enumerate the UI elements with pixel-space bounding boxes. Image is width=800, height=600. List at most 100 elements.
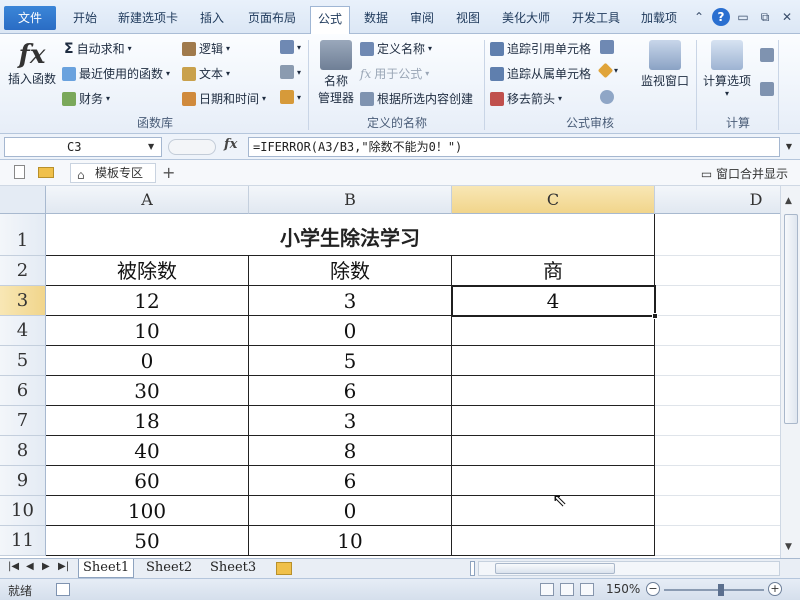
- table-cell[interactable]: 6: [249, 376, 452, 406]
- table-cell[interactable]: 8: [249, 436, 452, 466]
- tab-new[interactable]: 新建选项卡: [110, 6, 186, 30]
- row-header-6[interactable]: 6: [0, 376, 46, 406]
- tab-home[interactable]: 开始: [62, 6, 108, 30]
- select-all-corner[interactable]: [0, 186, 46, 214]
- zoom-slider[interactable]: [664, 584, 764, 596]
- last-sheet-icon[interactable]: ▶|: [58, 561, 69, 572]
- financial-button[interactable]: 财务 ▾: [62, 90, 110, 107]
- folder-icon[interactable]: [38, 167, 54, 178]
- row-header-4[interactable]: 4: [0, 316, 46, 346]
- table-cell[interactable]: [655, 526, 780, 556]
- table-cell[interactable]: [655, 436, 780, 466]
- cell-d1[interactable]: [655, 214, 780, 256]
- insert-function-button[interactable]: fx 插入函数: [6, 40, 58, 87]
- zoom-out-icon[interactable]: −: [646, 582, 660, 596]
- table-cell[interactable]: [655, 466, 780, 496]
- column-header-b[interactable]: B: [249, 186, 452, 214]
- tab-developer[interactable]: 开发工具: [564, 6, 628, 30]
- tab-view[interactable]: 视图: [448, 6, 488, 30]
- text-button[interactable]: 文本 ▾: [182, 65, 230, 82]
- table-cell[interactable]: [452, 346, 655, 376]
- macro-record-icon[interactable]: [56, 583, 70, 596]
- sheet-tab-2[interactable]: Sheet2: [142, 559, 196, 578]
- row-header-1[interactable]: 1: [0, 214, 46, 256]
- tab-review[interactable]: 审阅: [402, 6, 442, 30]
- calc-now-button[interactable]: [760, 48, 774, 62]
- table-cell[interactable]: 10: [46, 316, 249, 346]
- column-header-c[interactable]: C: [452, 186, 655, 214]
- formula-input[interactable]: =IFERROR(A3/B3,"除数不能为0！"): [248, 137, 780, 157]
- column-header-a[interactable]: A: [46, 186, 249, 214]
- tab-page-layout[interactable]: 页面布局: [238, 6, 306, 30]
- table-cell[interactable]: 50: [46, 526, 249, 556]
- column-header-d[interactable]: D: [655, 186, 780, 214]
- normal-view-icon[interactable]: [540, 583, 554, 596]
- name-box-dropdown-icon[interactable]: ▼: [148, 142, 154, 151]
- table-cell[interactable]: 5: [249, 346, 452, 376]
- autosum-button[interactable]: Σ 自动求和 ▾: [64, 40, 132, 57]
- table-cell[interactable]: [655, 496, 780, 526]
- fill-handle[interactable]: [652, 313, 658, 319]
- calc-options-button[interactable]: 计算选项 ▾: [700, 40, 754, 98]
- horizontal-scrollbar[interactable]: [478, 561, 780, 576]
- table-cell[interactable]: [655, 286, 780, 316]
- lookup-button[interactable]: ▾: [280, 40, 301, 54]
- header-quotient[interactable]: 商: [452, 256, 655, 286]
- tab-split-handle[interactable]: [470, 561, 475, 576]
- scroll-up-icon[interactable]: ▲: [785, 196, 792, 206]
- page-break-view-icon[interactable]: [580, 583, 594, 596]
- worksheet-grid[interactable]: A B C D 1 2 3 4 5 6 7 8 9 10 11 小学生除法学习 …: [0, 186, 780, 558]
- insert-function-icon[interactable]: fx: [224, 137, 237, 152]
- table-cell[interactable]: 0: [249, 496, 452, 526]
- name-manager-button[interactable]: 名称 管理器: [314, 40, 358, 106]
- define-name-button[interactable]: 定义名称 ▾: [360, 40, 432, 57]
- zoom-in-icon[interactable]: +: [768, 582, 782, 596]
- trace-precedents-button[interactable]: 追踪引用单元格: [490, 40, 591, 57]
- doc-tab-templates[interactable]: ⌂ 模板专区: [70, 163, 156, 183]
- math-button[interactable]: ▾: [280, 65, 301, 79]
- merge-windows-button[interactable]: ▭ 窗口合并显示: [701, 165, 788, 182]
- table-cell[interactable]: 0: [46, 346, 249, 376]
- tab-beautify[interactable]: 美化大师: [494, 6, 558, 30]
- table-cell[interactable]: 0: [249, 316, 452, 346]
- more-functions-button[interactable]: ▾: [280, 90, 301, 104]
- minimize-icon[interactable]: ▭: [734, 8, 752, 26]
- close-icon[interactable]: ✕: [778, 8, 796, 26]
- table-cell[interactable]: 60: [46, 466, 249, 496]
- create-from-selection-button[interactable]: 根据所选内容创建: [360, 90, 473, 107]
- trace-dependents-button[interactable]: 追踪从属单元格: [490, 65, 591, 82]
- logical-button[interactable]: 逻辑 ▾: [182, 40, 230, 57]
- table-cell[interactable]: [655, 346, 780, 376]
- new-doc-icon[interactable]: [14, 165, 25, 179]
- sheet-tab-3[interactable]: Sheet3: [206, 559, 260, 578]
- table-cell[interactable]: 100: [46, 496, 249, 526]
- table-cell[interactable]: 6: [249, 466, 452, 496]
- zoom-slider-knob[interactable]: [718, 584, 724, 596]
- tab-data[interactable]: 数据: [356, 6, 396, 30]
- datetime-button[interactable]: 日期和时间 ▾: [182, 90, 266, 107]
- table-cell[interactable]: [452, 406, 655, 436]
- use-in-formula-button[interactable]: fx 用于公式 ▾: [360, 65, 429, 82]
- tab-insert[interactable]: 插入: [190, 6, 234, 30]
- tab-addins[interactable]: 加载项: [634, 6, 684, 30]
- table-cell[interactable]: 40: [46, 436, 249, 466]
- row-header-2[interactable]: 2: [0, 256, 46, 286]
- name-box[interactable]: C3: [4, 137, 162, 157]
- row-header-3[interactable]: 3: [0, 286, 46, 316]
- first-sheet-icon[interactable]: |◀: [8, 561, 19, 572]
- horizontal-scroll-thumb[interactable]: [495, 563, 615, 574]
- help-icon[interactable]: ?: [712, 8, 730, 26]
- row-header-8[interactable]: 8: [0, 436, 46, 466]
- prev-sheet-icon[interactable]: ◀: [26, 561, 34, 572]
- table-cell[interactable]: [452, 316, 655, 346]
- watch-window-button[interactable]: 监视窗口: [638, 40, 692, 89]
- remove-arrows-button[interactable]: 移去箭头 ▾: [490, 90, 562, 107]
- error-checking-button[interactable]: ▾: [597, 62, 618, 79]
- collapse-ribbon-icon[interactable]: ⌃: [690, 8, 708, 26]
- table-cell[interactable]: [452, 376, 655, 406]
- table-cell[interactable]: [655, 376, 780, 406]
- cell-d2[interactable]: [655, 256, 780, 286]
- calc-sheet-button[interactable]: [760, 82, 774, 96]
- table-cell[interactable]: [655, 406, 780, 436]
- vertical-scroll-thumb[interactable]: [784, 214, 798, 424]
